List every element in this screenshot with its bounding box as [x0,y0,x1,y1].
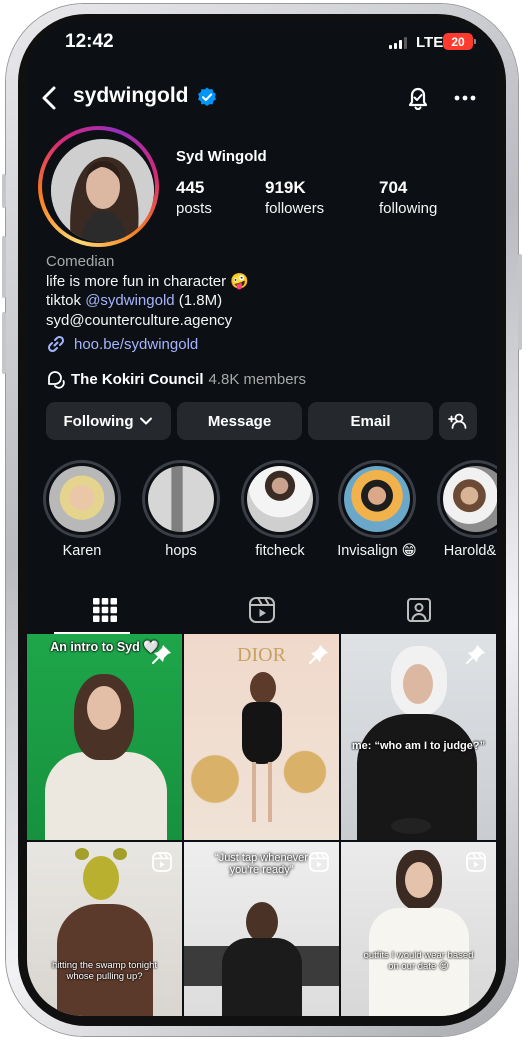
grid-post[interactable]: me: “who am I to judge?” [341,634,496,840]
pin-icon [152,645,171,664]
stat-value: 445 [176,178,205,197]
bio-mention-link[interactable]: @sydwingold [85,292,174,309]
story-highlight[interactable]: Harold&M [435,460,497,559]
email-button-label: Email [350,412,391,430]
message-button[interactable]: Message [177,402,302,440]
stat-label: followers [265,200,325,217]
verified-badge-icon [198,87,216,106]
tab-reels[interactable] [184,586,340,634]
battery-icon: 20 [443,33,476,50]
profile-bio: Comedian life is more fun in character 🤪… [46,252,486,330]
following-count[interactable]: 704 following [379,178,437,217]
tagged-icon [407,598,431,622]
grid-post[interactable]: “Just tap whenever you're ready” [184,842,339,1016]
bio-text: tiktok [46,292,86,309]
profile-full-name: Syd Wingold [176,148,267,165]
broadcast-channel-icon [48,371,65,389]
story-highlight[interactable]: Invisalign 😁 [336,460,418,559]
screen: 12:42 LTE 20 sydwingold Syd Wingold 445 … [27,20,497,1016]
mute-switch [2,174,6,208]
power-button [518,254,522,350]
grid-post[interactable]: DIOR [184,634,339,840]
channel-members: 4.8K members [208,370,307,388]
pin-icon [309,645,328,664]
highlight-label: Invisalign 😁 [337,543,417,559]
volume-up-button [2,236,6,298]
followers-count[interactable]: 919K followers [265,178,324,217]
broadcast-channel[interactable]: The Kokiri Council 4.8K members [46,369,306,389]
suggested-users-button[interactable] [439,402,477,440]
highlight-label: fitcheck [255,543,305,559]
avatar [51,139,154,242]
reels-icon [309,852,329,872]
volume-down-button [2,312,6,374]
add-person-icon [448,413,467,429]
following-button-label: Following [63,412,134,430]
grid-post[interactable]: outfits I would wear based on our date 😉 [341,842,496,1016]
profile-category: Comedian [46,253,115,270]
following-button[interactable]: Following [46,402,171,440]
highlight-label: Karen [62,543,102,559]
profile-tabs [27,586,497,634]
signal-icon [389,37,407,49]
message-button-label: Message [207,412,272,430]
battery-level: 20 [451,34,465,49]
email-button[interactable]: Email [308,402,433,440]
highlight-cover [148,466,214,532]
profile-username: sydwingold [73,84,189,107]
tab-tagged[interactable] [341,586,497,634]
reels-icon [152,852,172,872]
story-highlight[interactable]: fitcheck [239,460,321,559]
stat-value: 919K [265,178,306,197]
website-link-text: hoo.be/sydwingold [74,335,199,353]
highlight-cover [247,466,313,532]
profile-website-link[interactable]: hoo.be/sydwingold [46,334,198,354]
story-highlight[interactable]: Karen [41,460,123,559]
grid-post[interactable]: An intro to Syd 🤍 [27,634,182,840]
back-icon[interactable] [37,83,63,113]
status-time: 12:42 [65,31,114,52]
highlight-cover [443,466,497,532]
stat-value: 704 [379,178,408,197]
post-caption: outfits I would wear based on our date 😉 [363,950,474,972]
profile-header: sydwingold [27,78,497,118]
pin-icon [466,645,485,664]
post-caption: hitting the swamp tonight whose pulling … [51,960,158,982]
network-type: LTE [416,34,444,51]
chevron-down-icon [140,417,153,425]
highlight-label: Harold&M [443,543,497,559]
profile-avatar-story-ring[interactable] [38,126,159,247]
bio-line: life is more fun in character 🤪 [46,272,249,290]
bio-line: tiktok @sydwingold (1.8M) [46,291,486,311]
story-highlight[interactable]: hops [140,460,222,559]
status-bar: 12:42 LTE 20 [27,20,497,70]
channel-name: The Kokiri Council [71,370,204,388]
grid-icon [93,598,117,622]
stat-label: posts [176,200,212,217]
reels-icon [249,597,275,623]
bio-email[interactable]: syd@counterculture.agency [46,311,486,331]
posts-count[interactable]: 445 posts [176,178,212,217]
grid-post[interactable]: hitting the swamp tonight whose pulling … [27,842,182,1016]
link-icon [47,335,65,353]
post-caption: me: “who am I to judge?” [351,740,486,752]
highlight-label: hops [165,543,197,559]
tab-posts[interactable] [27,586,183,634]
reels-icon [466,852,486,872]
highlight-cover [344,466,410,532]
highlight-cover [49,466,115,532]
more-options-icon[interactable] [451,84,479,112]
bio-text: (1.8M) [174,292,223,309]
stat-label: following [379,200,438,217]
notification-bell-icon[interactable] [403,82,433,112]
